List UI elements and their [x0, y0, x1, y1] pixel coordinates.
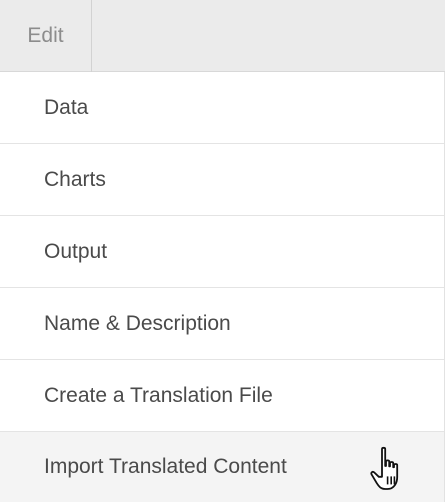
menu-item-import-translated-content[interactable]: Import Translated Content [0, 432, 444, 502]
menu-item-label: Create a Translation File [44, 383, 273, 407]
menu-item-label: Output [44, 239, 108, 263]
menu-item-create-translation-file[interactable]: Create a Translation File [0, 360, 444, 432]
menu-item-label: Import Translated Content [44, 455, 287, 478]
menu-item-name-description[interactable]: Name & Description [0, 288, 444, 360]
hand-pointer-icon [370, 446, 399, 490]
menu-item-output[interactable]: Output [0, 216, 444, 288]
menu-item-data[interactable]: Data [0, 72, 444, 144]
menubar: Edit [0, 0, 445, 72]
menu-item-label: Name & Description [44, 311, 231, 335]
edit-dropdown-menu: Data Charts Output Name & Description Cr… [0, 72, 445, 502]
menu-item-label: Data [44, 95, 89, 119]
menu-item-charts[interactable]: Charts [0, 144, 444, 216]
edit-menu-tab[interactable]: Edit [0, 0, 92, 72]
menu-item-label: Charts [44, 167, 106, 191]
